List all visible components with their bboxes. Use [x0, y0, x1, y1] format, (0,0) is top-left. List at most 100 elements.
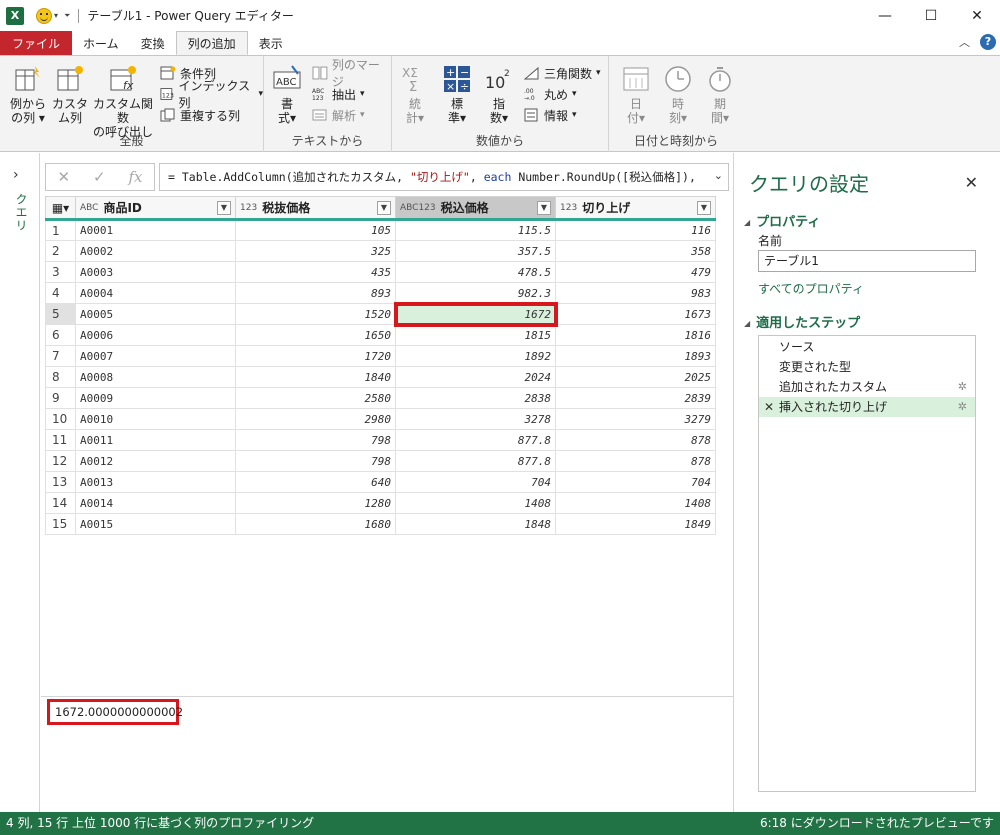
table-cell[interactable]: 1673	[555, 303, 716, 325]
delete-step-icon[interactable]: ✕	[764, 397, 774, 417]
table-cell[interactable]: A0009	[75, 387, 236, 409]
column-header-price-incl[interactable]: ABC123 税込価格 ▼	[395, 196, 556, 221]
selected-cell[interactable]: 1672	[393, 301, 558, 327]
table-cell[interactable]: 1520	[235, 303, 396, 325]
tab-view[interactable]: 表示	[248, 31, 294, 55]
table-cell[interactable]: 325	[235, 240, 396, 262]
row-number[interactable]: 14	[45, 492, 76, 514]
table-cell[interactable]: 1408	[395, 492, 556, 514]
table-cell[interactable]: 704	[395, 471, 556, 493]
table-cell[interactable]: 2024	[395, 366, 556, 388]
rounding-button[interactable]: .00 →.0 丸め ▾	[524, 85, 577, 103]
table-menu-icon[interactable]: ▦▾	[45, 196, 76, 221]
extract-button[interactable]: ABC 123 抽出 ▾	[312, 85, 365, 103]
any-type-icon[interactable]: ABC123	[400, 204, 436, 213]
expand-queries-icon[interactable]: ›	[13, 167, 19, 183]
information-button[interactable]: 情報 ▾	[524, 106, 577, 124]
step-item[interactable]: 追加されたカスタム ✲	[759, 377, 975, 397]
table-cell[interactable]: 878	[555, 429, 716, 451]
formula-input[interactable]: = Table.AddColumn(追加されたカスタム, "切り上げ", eac…	[159, 163, 729, 191]
table-cell[interactable]: A0011	[75, 429, 236, 451]
filter-dropdown-icon[interactable]: ▼	[697, 201, 711, 215]
filter-dropdown-icon[interactable]: ▼	[537, 201, 551, 215]
properties-section-header[interactable]: ◢ プロパティ	[744, 211, 820, 230]
fx-icon[interactable]: fx	[129, 168, 143, 186]
statistics-button[interactable]: XΣ Σ 統 計▾	[398, 64, 432, 125]
table-cell[interactable]: 877.8	[395, 429, 556, 451]
table-cell[interactable]: A0007	[75, 345, 236, 367]
table-cell[interactable]: A0005	[75, 303, 236, 325]
row-number[interactable]: 7	[45, 345, 76, 367]
table-cell[interactable]: A0003	[75, 261, 236, 283]
invoke-custom-function-button[interactable]: fx カスタム関数 の呼び出し	[92, 64, 154, 139]
table-cell[interactable]: A0006	[75, 324, 236, 346]
table-cell[interactable]: 116	[555, 219, 716, 241]
maximize-button[interactable]: ☐	[908, 0, 954, 31]
table-cell[interactable]: 357.5	[395, 240, 556, 262]
tab-add-column[interactable]: 列の追加	[175, 31, 248, 55]
table-cell[interactable]: A0010	[75, 408, 236, 430]
row-number[interactable]: 9	[45, 387, 76, 409]
custom-column-button[interactable]: カスタ ム列	[52, 64, 88, 125]
table-cell[interactable]: A0004	[75, 282, 236, 304]
table-cell[interactable]: A0015	[75, 513, 236, 535]
row-number[interactable]: 6	[45, 324, 76, 346]
table-cell[interactable]: 1848	[395, 513, 556, 535]
duplicate-column-button[interactable]: 重複する列	[160, 106, 240, 124]
trigonometry-button[interactable]: 三角関数 ▾	[524, 64, 601, 82]
column-from-examples-button[interactable]: 例から の列 ▾	[8, 64, 48, 125]
table-cell[interactable]: A0001	[75, 219, 236, 241]
table-cell[interactable]: 983	[555, 282, 716, 304]
table-cell[interactable]: A0014	[75, 492, 236, 514]
step-item[interactable]: ソース	[759, 337, 975, 357]
table-cell[interactable]: 1849	[555, 513, 716, 535]
row-number[interactable]: 5	[45, 303, 76, 325]
row-number[interactable]: 12	[45, 450, 76, 472]
format-button[interactable]: ABC 書 式▾	[270, 64, 304, 125]
table-cell[interactable]: 3278	[395, 408, 556, 430]
table-cell[interactable]: 479	[555, 261, 716, 283]
table-cell[interactable]: A0012	[75, 450, 236, 472]
merge-columns-button[interactable]: 列のマージ	[312, 58, 391, 89]
close-button[interactable]: ✕	[954, 0, 1000, 31]
table-cell[interactable]: 105	[235, 219, 396, 241]
table-cell[interactable]: 1650	[235, 324, 396, 346]
quick-access-customize-icon[interactable]: ⏷	[64, 11, 70, 21]
profiling-status[interactable]: 上位 1000 行に基づく列のプロファイリング	[72, 812, 314, 835]
collapse-ribbon-icon[interactable]: ︿	[959, 34, 970, 50]
index-column-button[interactable]: 123 インデックス列 ▾	[160, 79, 263, 110]
table-cell[interactable]: 115.5	[395, 219, 556, 241]
table-cell[interactable]: 798	[235, 429, 396, 451]
cancel-formula-icon[interactable]: ✕	[57, 168, 70, 186]
filter-dropdown-icon[interactable]: ▼	[217, 201, 231, 215]
step-item-selected[interactable]: ✕ 挿入された切り上げ ✲	[759, 397, 975, 417]
expand-formula-icon[interactable]: ⌄	[714, 169, 723, 182]
step-item[interactable]: 変更された型	[759, 357, 975, 377]
table-cell[interactable]: 640	[235, 471, 396, 493]
scientific-button[interactable]: 10 2 指 数▾	[482, 64, 516, 125]
row-number[interactable]: 13	[45, 471, 76, 493]
text-type-icon[interactable]: ABC	[80, 204, 98, 213]
table-cell[interactable]: A0008	[75, 366, 236, 388]
table-cell[interactable]: 2838	[395, 387, 556, 409]
time-button[interactable]: 時 刻▾	[661, 64, 695, 125]
table-cell[interactable]: 704	[555, 471, 716, 493]
row-number[interactable]: 11	[45, 429, 76, 451]
row-number[interactable]: 3	[45, 261, 76, 283]
table-cell[interactable]: 358	[555, 240, 716, 262]
table-cell[interactable]: 1840	[235, 366, 396, 388]
help-icon[interactable]: ?	[980, 34, 996, 50]
table-cell[interactable]: 2580	[235, 387, 396, 409]
minimize-button[interactable]: —	[862, 0, 908, 31]
number-type-icon[interactable]: 123	[240, 204, 257, 213]
table-cell[interactable]: 877.8	[395, 450, 556, 472]
standard-button[interactable]: + − × ÷ 標 準▾	[440, 64, 474, 125]
applied-steps-section-header[interactable]: ◢ 適用したステップ	[744, 312, 860, 331]
all-properties-link[interactable]: すべてのプロパティ	[758, 280, 864, 297]
tab-home[interactable]: ホーム	[72, 31, 130, 55]
table-cell[interactable]: 1815	[395, 324, 556, 346]
column-header-price-excl[interactable]: 123 税抜価格 ▼	[235, 196, 396, 221]
table-cell[interactable]: 2839	[555, 387, 716, 409]
tab-file[interactable]: ファイル	[0, 31, 73, 55]
table-cell[interactable]: 435	[235, 261, 396, 283]
